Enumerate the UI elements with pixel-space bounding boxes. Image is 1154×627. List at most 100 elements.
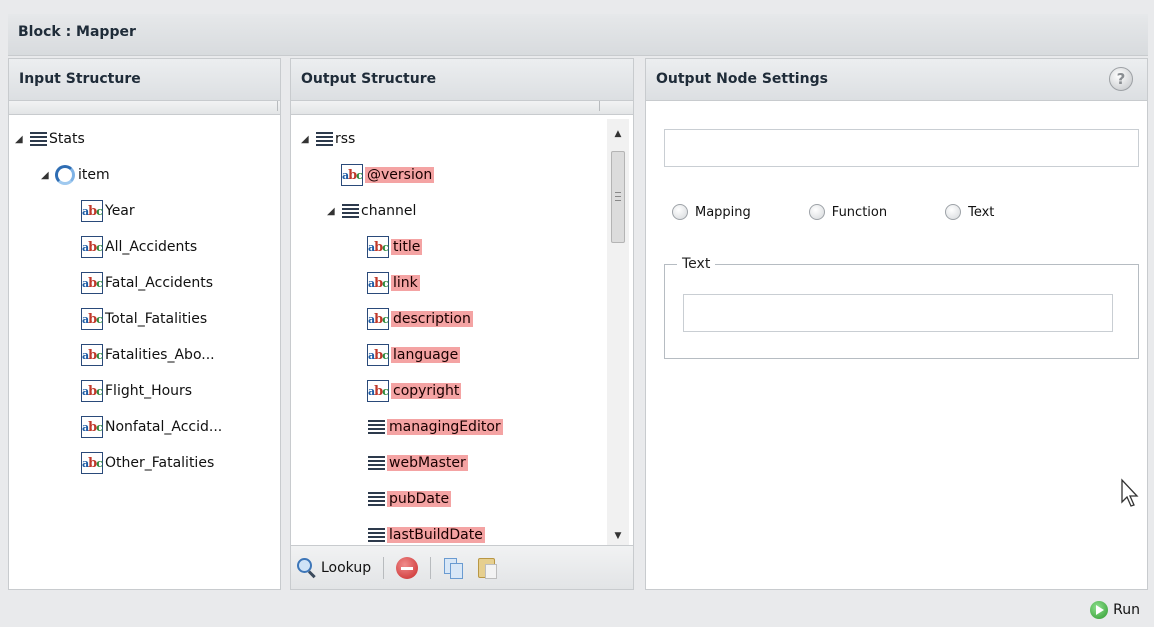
copy-icon[interactable]	[443, 556, 465, 580]
abc-field-icon: abc	[81, 272, 103, 294]
tree-node-label: rss	[335, 131, 356, 147]
abc-field-icon: abc	[81, 236, 103, 258]
tree-node[interactable]: managingEditor	[291, 409, 633, 445]
tree-node[interactable]: a b c Year	[9, 193, 280, 229]
abc-field-icon: abc	[341, 164, 363, 186]
text-value-field[interactable]	[683, 294, 1113, 332]
abc-field-icon: abc	[367, 308, 389, 330]
tree-node[interactable]: a b c Flight_Hours	[9, 373, 280, 409]
list-icon	[367, 527, 385, 543]
abc-field-icon: abc	[81, 344, 103, 366]
tree-node[interactable]: a b c copyright	[291, 373, 633, 409]
output-toolbar: Lookup	[291, 545, 633, 589]
tree-node-label: Year	[105, 203, 135, 219]
play-icon	[1090, 601, 1109, 619]
radio-text[interactable]: Text	[945, 204, 994, 220]
tree-node-label: channel	[361, 203, 417, 219]
abc-field-icon: abc	[81, 416, 103, 438]
tree-node-label: copyright	[391, 383, 462, 399]
run-button[interactable]: Run	[1090, 601, 1140, 619]
footer-bar: Run	[8, 592, 1148, 627]
tree-node-label: @version	[365, 167, 435, 183]
tree-node[interactable]: a b c All_Accidents	[9, 229, 280, 265]
tree-node-label: Fatal_Accidents	[105, 275, 214, 291]
output-tree: ◢ rss a b c @version ◢ channel a b c title a b c link a b…	[291, 115, 633, 553]
output-node-settings-header: Output Node Settings ?	[646, 59, 1147, 101]
text-groupbox: Text	[664, 256, 1139, 359]
abc-field-icon: abc	[367, 236, 389, 258]
magnifier-icon	[297, 557, 317, 578]
tree-node-label: Total_Fatalities	[105, 311, 208, 327]
tree-node[interactable]: a b c Fatal_Accidents	[9, 265, 280, 301]
remove-node-icon[interactable]	[396, 556, 419, 579]
abc-field-icon: abc	[81, 308, 103, 330]
tree-node-label: Flight_Hours	[105, 383, 193, 399]
tree-node[interactable]: a b c @version	[291, 157, 633, 193]
radio-button-icon[interactable]	[672, 204, 688, 220]
tree-node[interactable]: a b c Fatalities_Abo...	[9, 337, 280, 373]
scroll-down-arrow-icon[interactable]: ▼	[607, 527, 629, 545]
output-column-header	[291, 101, 633, 115]
radio-mapping[interactable]: Mapping	[672, 204, 751, 220]
abc-field-icon: abc	[81, 200, 103, 222]
tree-node[interactable]: a b c link	[291, 265, 633, 301]
paste-icon[interactable]	[477, 556, 499, 580]
list-icon	[29, 131, 47, 147]
tree-node[interactable]: a b c Total_Fatalities	[9, 301, 280, 337]
abc-field-icon: abc	[367, 380, 389, 402]
tree-node[interactable]: pubDate	[291, 481, 633, 517]
expand-arrow-icon[interactable]: ◢	[15, 134, 25, 145]
mouse-pointer-icon	[1121, 478, 1139, 507]
list-icon	[367, 419, 385, 435]
scroll-thumb[interactable]	[611, 151, 625, 243]
text-group-legend: Text	[682, 256, 711, 272]
tree-node[interactable]: a b c title	[291, 229, 633, 265]
tree-node-label: Fatalities_Abo...	[105, 347, 215, 363]
list-icon	[341, 203, 359, 219]
input-column-header	[9, 101, 280, 115]
tree-node[interactable]: a b c language	[291, 337, 633, 373]
tree-node-label: description	[391, 311, 473, 327]
radio-button-icon[interactable]	[808, 204, 825, 220]
lookup-button[interactable]: Lookup	[297, 557, 372, 578]
help-icon[interactable]: ?	[1109, 67, 1133, 91]
tree-node-label: Nonfatal_Accid...	[105, 419, 223, 435]
tree-node[interactable]: a b c Other_Fatalities	[9, 445, 280, 481]
tree-node[interactable]: a b c Nonfatal_Accid...	[9, 409, 280, 445]
abc-field-icon: abc	[81, 380, 103, 402]
input-structure-header: Input Structure	[9, 59, 280, 101]
tree-node[interactable]: a b c description	[291, 301, 633, 337]
output-structure-header: Output Structure	[291, 59, 633, 101]
tree-node[interactable]: webMaster	[291, 445, 633, 481]
tree-node-label: language	[391, 347, 461, 363]
expand-arrow-icon[interactable]: ◢	[327, 206, 337, 217]
expand-arrow-icon[interactable]: ◢	[41, 170, 51, 181]
tree-node-label: link	[391, 275, 420, 291]
lookup-label: Lookup	[321, 559, 372, 576]
abc-field-icon: abc	[367, 272, 389, 294]
tree-node[interactable]: ◢ channel	[291, 193, 633, 229]
scroll-up-arrow-icon[interactable]: ▲	[607, 125, 629, 143]
toolbar-divider	[430, 556, 432, 579]
tree-node[interactable]: ◢ Stats	[9, 121, 280, 157]
output-tree-scrollbar[interactable]: ▲ ▼	[607, 119, 629, 549]
radio-function[interactable]: Function	[808, 204, 887, 220]
expand-arrow-icon[interactable]: ◢	[301, 134, 311, 145]
list-icon	[367, 491, 385, 507]
radio-button-icon[interactable]	[945, 204, 962, 220]
abc-field-icon: abc	[367, 344, 389, 366]
node-name-field[interactable]	[664, 129, 1139, 167]
tree-node[interactable]: ◢ rss	[291, 121, 633, 157]
list-icon	[367, 455, 385, 471]
tree-node-label: managingEditor	[387, 419, 503, 435]
tree-node-label: title	[391, 239, 423, 255]
settings-title: Output Node Settings	[656, 71, 828, 87]
window-title: Block : Mapper	[8, 14, 1148, 56]
tree-node-label: item	[78, 167, 110, 183]
mapper-window: Block : Mapper Input Structure ◢ Stats ◢ it…	[0, 0, 1154, 627]
output-node-settings-panel: Output Node Settings ? Mapping Function Te…	[645, 58, 1148, 590]
tree-node[interactable]: ◢ item	[9, 157, 280, 193]
tree-node-label: webMaster	[387, 455, 468, 471]
tree-node-label: Other_Fatalities	[105, 455, 215, 471]
run-label: Run	[1113, 602, 1140, 618]
